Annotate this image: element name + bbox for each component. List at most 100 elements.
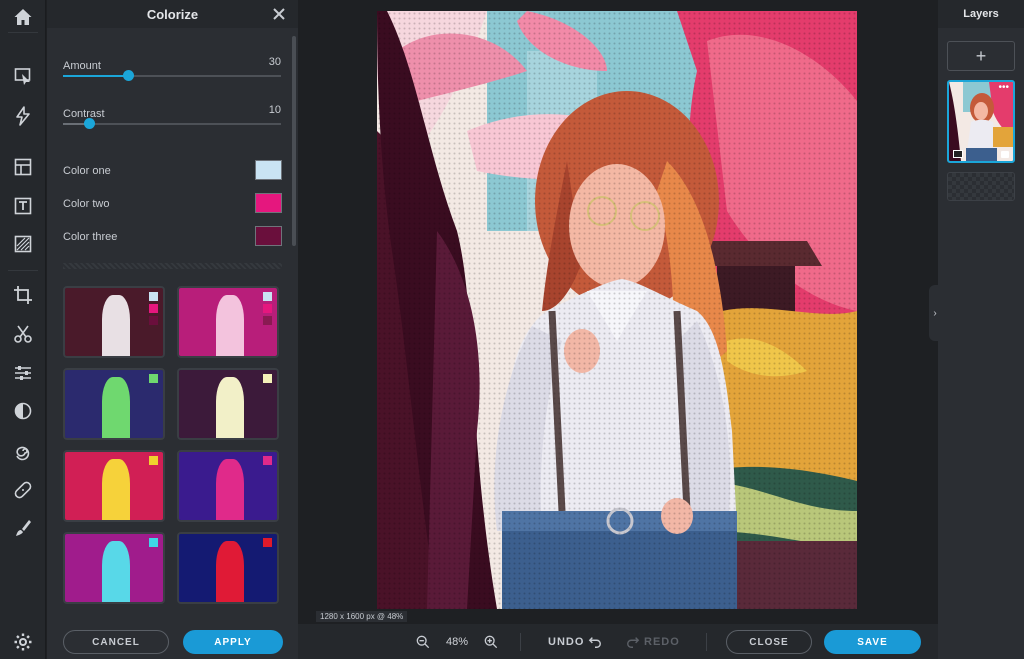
preset-color-dot xyxy=(263,538,272,547)
contrast-value: 10 xyxy=(268,104,281,116)
layers-panel: Layers + ••• xyxy=(938,0,1024,659)
preset-figure xyxy=(102,458,130,520)
color-three-label: Color three xyxy=(63,231,118,243)
color-one-swatch[interactable] xyxy=(255,160,282,180)
colorize-preset-tile[interactable] xyxy=(63,450,165,522)
preset-color-dot xyxy=(149,304,158,313)
preset-figure xyxy=(102,540,130,602)
preset-color-dot xyxy=(263,316,272,325)
preset-color-dot xyxy=(263,304,272,313)
preset-color-dots xyxy=(263,292,272,325)
quick-fix-icon[interactable] xyxy=(0,99,46,133)
amount-slider-fill xyxy=(63,75,129,77)
undo-icon xyxy=(589,636,602,648)
preset-color-dot xyxy=(263,292,272,301)
preset-figure xyxy=(102,294,130,356)
colorize-preset-tile[interactable] xyxy=(63,286,165,358)
close-icon[interactable] xyxy=(270,5,288,23)
preset-color-dot xyxy=(263,456,272,465)
preset-color-dots xyxy=(149,374,158,383)
colorize-preset-tile[interactable] xyxy=(177,532,279,604)
redo-button[interactable]: REDO xyxy=(626,624,680,659)
layers-title: Layers xyxy=(938,0,1024,28)
liquify-icon[interactable] xyxy=(0,434,46,468)
preset-figure xyxy=(216,458,244,520)
amount-slider[interactable] xyxy=(63,70,281,81)
layer-thumbnail-empty[interactable] xyxy=(947,172,1015,201)
zoom-out-icon[interactable] xyxy=(416,624,430,659)
color-three-row: Color three xyxy=(63,226,282,246)
bottom-toolbar: 48% UNDO REDO CLOSE SAVE xyxy=(298,624,938,659)
home-icon[interactable] xyxy=(0,0,46,34)
contrast-slider-row: Contrast 10 xyxy=(63,104,281,129)
settings-gear-icon[interactable] xyxy=(0,625,46,659)
redo-icon xyxy=(627,636,640,648)
effects-icon[interactable] xyxy=(0,394,46,428)
preset-color-dots xyxy=(263,374,272,383)
panel-header: Colorize xyxy=(47,0,298,28)
preset-color-dots xyxy=(263,538,272,547)
color-two-row: Color two xyxy=(63,193,282,213)
colorize-panel: Colorize Amount 30 Contrast 10 Color one xyxy=(47,0,298,659)
amount-slider-knob[interactable] xyxy=(123,70,135,81)
retouch-bandage-icon[interactable] xyxy=(0,473,46,507)
layer-thumbnail-photo[interactable]: ••• xyxy=(947,80,1015,163)
close-button[interactable]: CLOSE xyxy=(726,630,812,654)
colorize-preset-tile[interactable] xyxy=(63,368,165,440)
preset-color-dot xyxy=(149,292,158,301)
preset-figure xyxy=(216,294,244,356)
cancel-button[interactable]: CANCEL xyxy=(63,630,169,654)
color-one-label: Color one xyxy=(63,165,111,177)
apply-button[interactable]: APPLY xyxy=(183,630,283,654)
contrast-slider-knob[interactable] xyxy=(84,118,96,129)
redo-label: REDO xyxy=(644,635,680,648)
preset-figure xyxy=(216,540,244,602)
color-two-swatch[interactable] xyxy=(255,193,282,213)
color-one-row: Color one xyxy=(63,160,282,180)
image-layer-icon xyxy=(953,150,963,158)
undo-button[interactable]: UNDO xyxy=(548,624,602,659)
panel-scrollbar[interactable] xyxy=(292,36,296,246)
brush-icon[interactable] xyxy=(0,511,46,545)
add-layer-button[interactable]: + xyxy=(947,41,1015,71)
colorize-preset-tile[interactable] xyxy=(177,450,279,522)
preset-figure xyxy=(216,376,244,438)
preset-color-dot xyxy=(149,456,158,465)
zoom-level: 48% xyxy=(446,636,469,648)
color-two-label: Color two xyxy=(63,198,110,210)
layer-options-icon[interactable]: ••• xyxy=(998,83,1009,93)
zoom-in-icon[interactable] xyxy=(484,624,498,659)
colorize-preset-tile[interactable] xyxy=(177,286,279,358)
preset-figure xyxy=(102,376,130,438)
preset-color-dots xyxy=(149,456,158,465)
preset-color-dot xyxy=(149,538,158,547)
preset-color-dot xyxy=(149,316,158,325)
preset-color-dot xyxy=(149,374,158,383)
amount-slider-row: Amount 30 xyxy=(63,56,281,81)
color-three-swatch[interactable] xyxy=(255,226,282,246)
crop-icon[interactable] xyxy=(0,278,46,312)
templates-icon[interactable] xyxy=(0,150,46,184)
contrast-slider[interactable] xyxy=(63,118,281,129)
texture-icon[interactable] xyxy=(0,227,46,261)
tool-rail xyxy=(0,0,46,659)
canvas-size-info: 1280 x 1600 px @ 48% xyxy=(316,611,408,622)
preset-color-dot xyxy=(263,374,272,383)
section-divider xyxy=(63,263,282,269)
cutout-scissors-icon[interactable] xyxy=(0,317,46,351)
adjust-icon[interactable] xyxy=(0,356,46,390)
arrange-icon[interactable] xyxy=(0,59,46,93)
canvas-image[interactable] xyxy=(377,11,857,609)
colorize-presets-grid xyxy=(63,286,283,626)
preset-color-dots xyxy=(263,456,272,465)
lock-icon xyxy=(1001,151,1009,158)
panel-title: Colorize xyxy=(146,6,199,22)
save-button[interactable]: SAVE xyxy=(824,630,921,654)
text-icon[interactable] xyxy=(0,189,46,223)
colorize-preset-tile[interactable] xyxy=(177,368,279,440)
preset-color-dots xyxy=(149,538,158,547)
panel-footer: CANCEL APPLY xyxy=(47,624,298,659)
preset-color-dots xyxy=(149,292,158,325)
undo-label: UNDO xyxy=(548,635,585,648)
colorize-preset-tile[interactable] xyxy=(63,532,165,604)
